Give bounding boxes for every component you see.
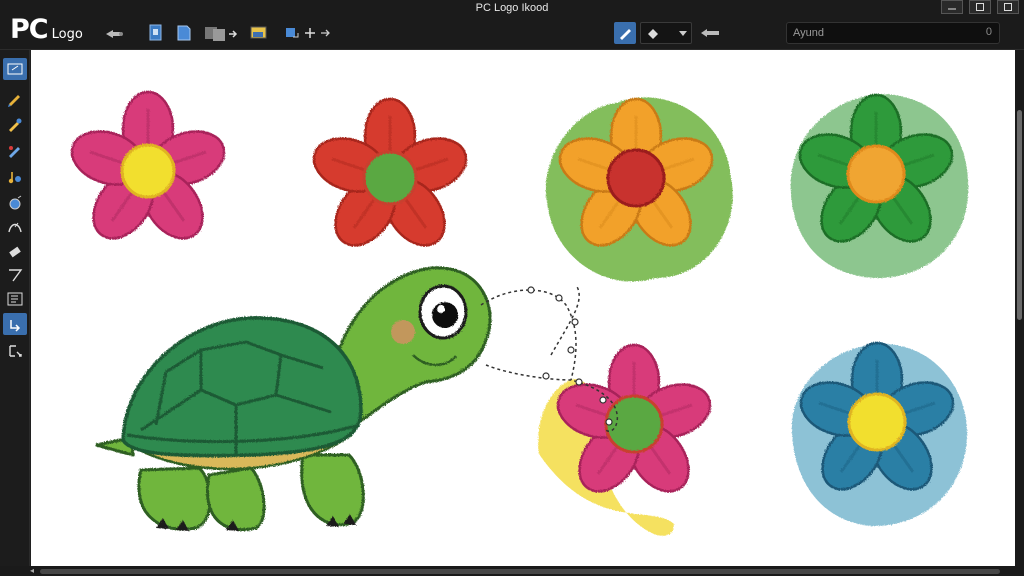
pen-tool-button[interactable]	[614, 22, 636, 44]
transform-icon	[9, 345, 22, 357]
horizontal-scrollbar[interactable]: ◂	[0, 566, 1024, 576]
drawing-canvas[interactable]	[31, 50, 1015, 566]
flower-orange[interactable]	[545, 97, 733, 282]
artwork	[63, 90, 969, 536]
line-icon	[9, 269, 23, 282]
pen-icon	[9, 146, 20, 158]
pointer-arrow-button[interactable]	[698, 22, 724, 44]
app-logo: PC Logo	[10, 14, 83, 45]
brush-icon	[9, 118, 22, 132]
new-file-button[interactable]	[146, 22, 166, 44]
search-counter: 0	[985, 26, 992, 38]
arrow-icon[interactable]	[318, 22, 332, 44]
pen-tool[interactable]	[3, 140, 27, 162]
vertical-scroll-thumb[interactable]	[1017, 110, 1022, 320]
move-tool[interactable]	[3, 313, 27, 335]
music-turtle-tool[interactable]	[3, 166, 27, 188]
eraser-icon	[9, 246, 21, 258]
open-file-button[interactable]	[174, 22, 194, 44]
left-toolbar	[0, 50, 30, 566]
flower-pink[interactable]	[63, 90, 233, 251]
flower-teal[interactable]	[791, 341, 968, 527]
maximize-button[interactable]	[969, 0, 991, 14]
fill-bucket-tool[interactable]	[3, 192, 27, 214]
turtle-character[interactable]	[95, 266, 492, 532]
select-icon	[7, 63, 23, 75]
image-export-button[interactable]	[249, 22, 269, 44]
flower-red[interactable]	[305, 97, 475, 258]
logo-text-big: PC	[10, 14, 49, 45]
transform-tool[interactable]	[3, 340, 27, 362]
text-tool[interactable]	[3, 288, 27, 310]
fill-dropdown[interactable]	[640, 22, 692, 44]
fill-bucket-icon	[9, 195, 22, 210]
eraser-tool[interactable]	[3, 240, 27, 262]
music-turtle-icon	[8, 172, 21, 184]
curve-icon	[8, 222, 22, 233]
chevron-down-icon	[679, 31, 687, 36]
pencil-icon	[8, 95, 20, 107]
search-input[interactable]	[793, 23, 973, 43]
text-icon	[7, 292, 23, 306]
top-toolbar: PC Logo Ikood PC Logo Ayund 0	[0, 0, 1024, 50]
minimize-button[interactable]	[941, 0, 963, 14]
flower-pink-yellow[interactable]	[538, 343, 719, 536]
flower-green[interactable]	[790, 93, 969, 279]
horizontal-scroll-thumb[interactable]	[40, 569, 1000, 574]
app-window: PC Logo Ikood PC Logo Ayund 0 ◂	[0, 0, 1024, 576]
brush-tool[interactable]	[3, 114, 27, 136]
fill-icon	[648, 29, 658, 39]
move-icon	[10, 320, 21, 332]
curve-tool[interactable]	[3, 216, 27, 238]
scroll-left-arrow-icon[interactable]: ◂	[30, 567, 38, 575]
line-tool[interactable]	[3, 264, 27, 286]
search-box[interactable]: 0	[786, 22, 1000, 44]
undo-button[interactable]	[282, 22, 302, 44]
turtle-pointer-icon[interactable]	[104, 26, 124, 40]
close-button[interactable]	[997, 0, 1019, 14]
window-title: PC Logo Ikood	[475, 2, 549, 14]
add-icon[interactable]	[302, 22, 318, 44]
logo-text-small: Logo	[51, 27, 83, 42]
vertical-scrollbar[interactable]	[1015, 50, 1024, 566]
save-export-button[interactable]	[203, 22, 241, 44]
select-tool[interactable]	[3, 58, 27, 80]
pencil-tool[interactable]	[3, 88, 27, 110]
